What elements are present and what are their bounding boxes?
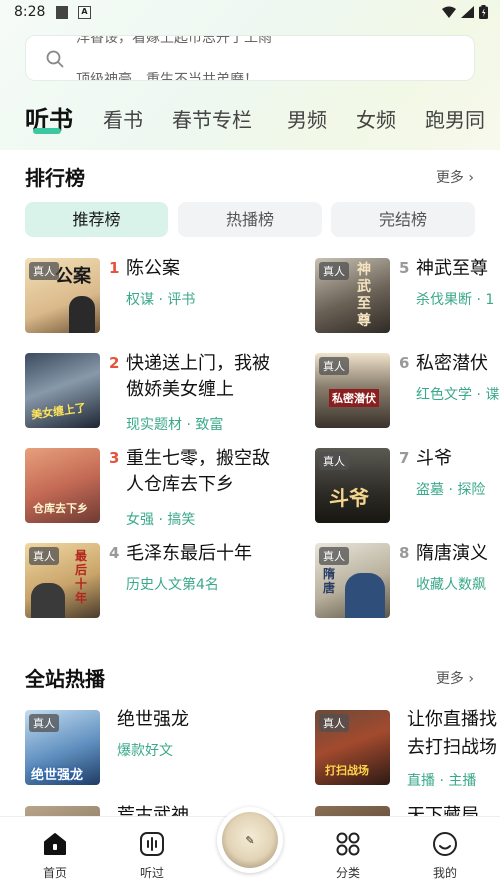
rank-item[interactable]: 最后十年 真人 4 毛泽东最后十年 历史人文第4名 — [25, 543, 265, 623]
rank-number: 8 — [399, 544, 410, 562]
pill-completed[interactable]: 完结榜 — [331, 202, 475, 237]
status-time: 8:28 — [14, 4, 46, 20]
book-title: 重生七零，搬空敌人仓库去下乡 — [126, 448, 270, 495]
book-title: 快递送上门，我被傲娇美女缠上 — [126, 353, 270, 400]
pill-hot[interactable]: 热播榜 — [178, 202, 322, 237]
player-cover: ✎ — [222, 812, 278, 868]
real-person-badge: 真人 — [319, 357, 349, 375]
ranking-title: 排行榜 — [25, 166, 85, 190]
book-tags: 女强 · 搞笑 — [126, 512, 196, 528]
nav-history[interactable]: 听过 — [122, 831, 182, 881]
book-title: 陈公案 — [126, 258, 180, 279]
book-cover: 公案 真人 — [25, 258, 100, 333]
tab-spring-festival[interactable]: 春节专栏 — [172, 104, 252, 133]
book-cover: 最后十年 真人 — [25, 543, 100, 618]
pill-recommended[interactable]: 推荐榜 — [25, 202, 168, 237]
book-cover: 打扫战场 真人 — [315, 710, 390, 785]
signal-icon — [461, 6, 474, 18]
battery-icon — [479, 5, 488, 19]
rank-item[interactable]: 隋唐 真人 8 隋唐演义 收藏人数飙 — [315, 543, 500, 623]
notification-square-icon — [56, 6, 68, 19]
search-hint-2: 顶级神豪，重生不当共弟磨！ — [76, 72, 258, 81]
book-cover: 私密潜伏 真人 — [315, 353, 390, 428]
bottom-navigation: 首页 听过 ✎ 分类 我的 — [0, 807, 500, 889]
book-tags: 权谋 · 评书 — [126, 292, 196, 308]
tab-running-man[interactable]: 跑男同 — [425, 104, 485, 133]
book-cover: 绝世强龙 真人 — [25, 710, 100, 785]
book-title: 毛泽东最后十年 — [126, 543, 252, 564]
real-person-badge: 真人 — [29, 547, 59, 565]
book-tags: 收藏人数飙 — [416, 577, 486, 593]
ranking-more-link[interactable]: 更多 › — [436, 167, 474, 187]
profile-icon — [433, 832, 457, 856]
rank-number: 5 — [399, 259, 410, 277]
hot-item[interactable]: 绝世强龙 真人 绝世强龙 爆款好文 — [25, 709, 265, 790]
real-person-badge: 真人 — [319, 714, 349, 732]
hot-more-link[interactable]: 更多 › — [436, 668, 474, 688]
nav-home-label: 首页 — [42, 866, 67, 880]
book-cover: 神武至尊 真人 — [315, 258, 390, 333]
category-tabs: 听书 看书 春节专栏 男频 女频 跑男同 — [0, 98, 500, 142]
now-playing-button[interactable]: ✎ — [217, 807, 283, 873]
real-person-badge: 真人 — [319, 547, 349, 565]
hot-item[interactable]: 打扫战场 真人 让你直播找 去打扫战场 直播 · 主播 — [315, 709, 500, 790]
nav-profile[interactable]: 我的 — [415, 831, 475, 881]
book-tags: 现实题材 · 致富 — [126, 417, 224, 433]
nav-category[interactable]: 分类 — [318, 831, 378, 881]
rank-item[interactable]: 仓库去下乡 3 重生七零，搬空敌人仓库去下乡 女强 · 搞笑 — [25, 448, 270, 528]
wifi-icon — [442, 6, 456, 18]
book-cover: 仓库去下乡 — [25, 448, 100, 523]
rank-item[interactable]: 私密潜伏 真人 6 私密潜伏 红色文学 · 谍 — [315, 353, 500, 433]
rank-item[interactable]: 公案 真人 1 陈公案 权谋 · 评书 — [25, 258, 265, 338]
rank-number: 6 — [399, 354, 410, 372]
book-tags: 红色文学 · 谍 — [416, 387, 500, 403]
nav-category-label: 分类 — [335, 866, 360, 880]
rank-number: 1 — [109, 259, 120, 277]
rank-number: 4 — [109, 544, 120, 562]
book-title: 让你直播找 — [407, 709, 497, 730]
search-hint-1: 洋香馁，看嫁上起市思开了工雨 — [76, 35, 272, 46]
nav-history-label: 听过 — [139, 866, 164, 880]
book-title: 斗爷 — [416, 448, 452, 469]
book-title: 绝世强龙 — [117, 709, 189, 730]
book-tags: 爆款好文 — [117, 743, 173, 759]
real-person-badge: 真人 — [29, 262, 59, 280]
rank-number: 7 — [399, 449, 410, 467]
book-title: 隋唐演义 — [416, 543, 488, 564]
tab-male[interactable]: 男频 — [287, 104, 327, 133]
real-person-badge: 真人 — [319, 452, 349, 470]
search-icon — [46, 50, 64, 68]
book-tags: 直播 · 主播 — [407, 773, 477, 789]
book-cover: 美女缠上了 — [25, 353, 100, 428]
book-title-line-2: 去打扫战场 — [407, 737, 497, 758]
rank-item[interactable]: 斗爷 真人 7 斗爷 盗墓 · 探险 — [315, 448, 500, 528]
active-tab-indicator — [33, 128, 61, 134]
rank-number: 3 — [109, 449, 120, 467]
book-title: 私密潜伏 — [416, 353, 488, 374]
home-icon — [44, 833, 66, 855]
book-cover: 斗爷 真人 — [315, 448, 390, 523]
notification-a-icon: A — [78, 6, 91, 19]
real-person-badge: 真人 — [29, 714, 59, 732]
rank-item[interactable]: 神武至尊 真人 5 神武至尊 杀伐果断 · 1 — [315, 258, 500, 338]
rank-item[interactable]: 美女缠上了 2 快递送上门，我被傲娇美女缠上 现实题材 · 致富 — [25, 353, 270, 433]
history-audio-icon — [140, 832, 164, 856]
book-title: 神武至尊 — [416, 258, 488, 279]
book-cover: 隋唐 真人 — [315, 543, 390, 618]
real-person-badge: 真人 — [319, 262, 349, 280]
tab-female[interactable]: 女频 — [356, 104, 396, 133]
tab-read[interactable]: 看书 — [103, 104, 143, 133]
book-tags: 杀伐果断 · 1 — [416, 292, 495, 308]
nav-home[interactable]: 首页 — [25, 831, 85, 881]
nav-profile-label: 我的 — [432, 866, 457, 880]
status-icons — [442, 5, 488, 19]
search-bar[interactable]: 洋香馁，看嫁上起市思开了工雨 顶级神豪，重生不当共弟磨！ — [25, 35, 475, 81]
book-tags: 盗墓 · 探险 — [416, 482, 486, 498]
status-bar: 8:28 A — [0, 0, 500, 26]
hot-title: 全站热播 — [25, 667, 105, 691]
rank-number: 2 — [109, 354, 120, 372]
book-tags: 历史人文第4名 — [126, 577, 219, 593]
category-icon — [336, 832, 360, 856]
